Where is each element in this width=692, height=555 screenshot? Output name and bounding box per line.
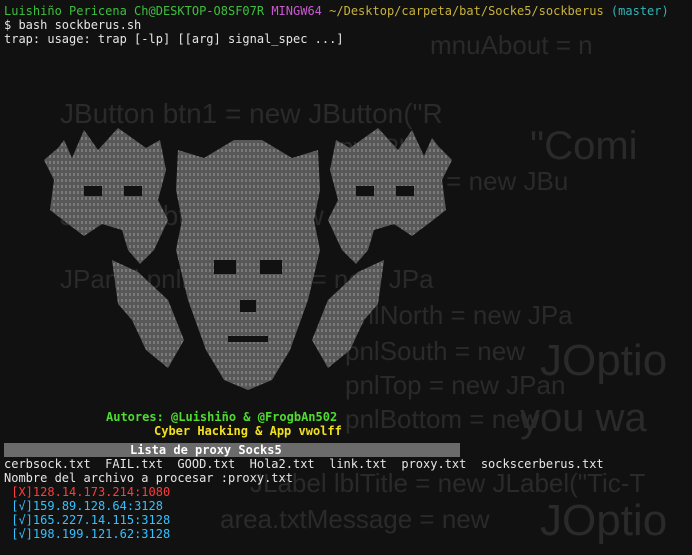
proxy-address: 159.89.128.64:3128 [32, 499, 163, 513]
file-list: cerbsock.txt FAIL.txt GOOD.txt Hola2.txt… [4, 457, 604, 471]
proxy-address: 128.14.173.214:1080 [32, 485, 171, 499]
authors-line: Autores: @Luishiño & @FrogbAn502 [106, 410, 338, 424]
proxy-address: 165.227.14.115:3128 [32, 513, 171, 527]
prompt-branch: (master) [610, 4, 669, 18]
prompt-shell: MINGW64 [271, 4, 322, 18]
fail-mark: [X] [11, 485, 33, 499]
prompt-path: ~/Desktop/carpeta/bat/Socke5/sockberus [329, 4, 604, 18]
result-row: [√]159.89.128.64:3128 [4, 499, 604, 513]
command-line: $ bash sockberus.sh [4, 18, 142, 32]
list-title-bar: Lista de proxy Socks5 [4, 443, 460, 457]
list-title: Lista de proxy Socks5 [130, 443, 282, 457]
output-block: cerbsock.txt FAIL.txt GOOD.txt Hola2.txt… [4, 457, 604, 541]
ok-mark: [√] [11, 527, 33, 541]
ok-mark: [√] [11, 513, 33, 527]
proxy-address: 198.199.121.62:3128 [32, 527, 171, 541]
shell-prompt: Luishiño Pericena Ch@DESKTOP-O8SF07R MIN… [4, 4, 688, 18]
result-row: [X]128.14.173.214:1080 [4, 485, 604, 499]
input-prompt: Nombre del archivo a procesar :proxy.txt [4, 471, 293, 485]
cerberus-ascii-logo [44, 128, 452, 390]
ok-mark: [√] [11, 499, 33, 513]
tagline: Cyber Hacking & App vwolff [154, 424, 342, 438]
result-row: [√]165.227.14.115:3128 [4, 513, 604, 527]
prompt-user: Luishiño Pericena Ch@DESKTOP-O8SF07R [4, 4, 265, 18]
terminal-window[interactable]: Luishiño Pericena Ch@DESKTOP-O8SF07R MIN… [4, 4, 688, 555]
trap-usage-line: trap: usage: trap [-lp] [[arg] signal_sp… [4, 32, 344, 46]
result-row: [√]198.199.121.62:3128 [4, 527, 604, 541]
